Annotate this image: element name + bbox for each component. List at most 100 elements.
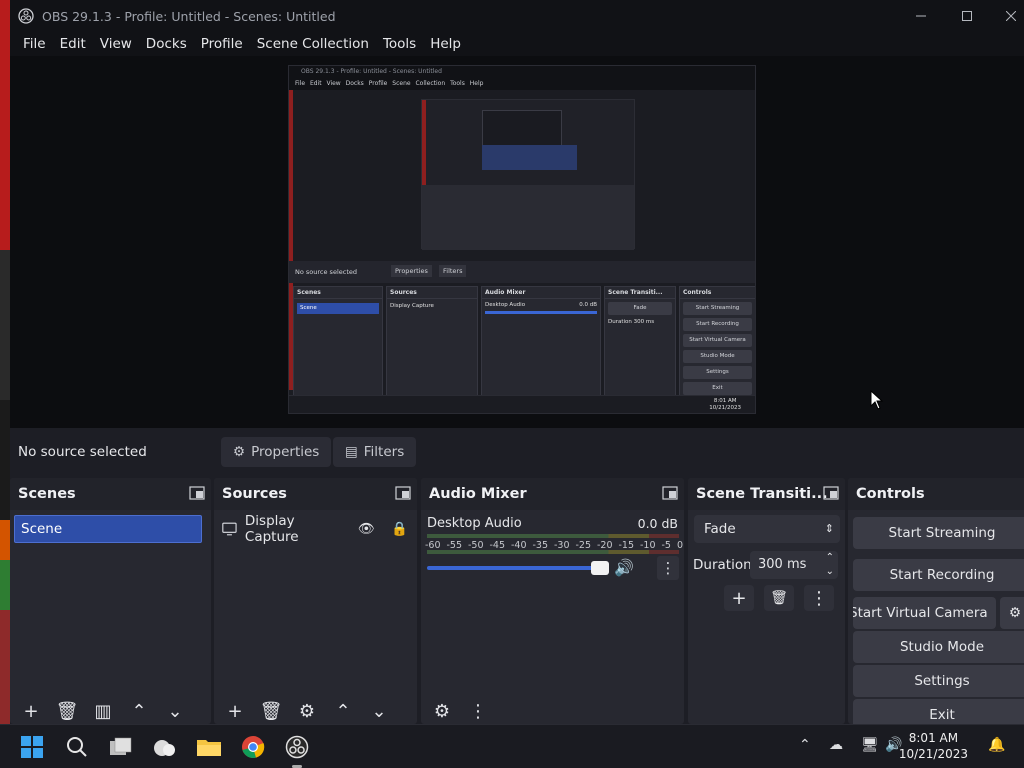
move-up-icon[interactable]: ⌃ — [128, 700, 150, 722]
mini-duration-label: Duration — [608, 319, 632, 325]
transition-menu-icon[interactable]: ⋮ — [804, 585, 834, 611]
more-options-icon[interactable]: ⋮ — [657, 556, 679, 580]
move-up-icon[interactable]: ⌃ — [332, 700, 354, 722]
transitions-header: Scene Transiti... — [688, 478, 845, 510]
transition-selected: Fade — [704, 521, 736, 537]
minimize-icon — [916, 15, 926, 17]
mini-window-title: OBS 29.1.3 - Profile: Untitled - Scenes:… — [289, 66, 755, 78]
mini-controls-title: Controls — [680, 287, 755, 299]
scene-filters-icon[interactable]: ▥ — [92, 700, 114, 722]
remove-source-icon[interactable]: 🗑 — [260, 700, 283, 722]
start-virtual-camera-button[interactable]: Start Virtual Camera — [853, 597, 996, 629]
exit-button[interactable]: Exit — [853, 699, 1024, 724]
scale-tick: 0 — [676, 540, 683, 551]
add-transition-button[interactable]: + — [724, 585, 754, 611]
notification-bell-icon[interactable]: 🔔 — [988, 737, 1005, 753]
widgets-button[interactable] — [152, 734, 178, 760]
obs-taskbar-button[interactable] — [284, 734, 310, 760]
float-dock-icon[interactable] — [189, 486, 205, 500]
mini-db: 0.0 dB — [579, 302, 597, 308]
scale-tick: -5 — [661, 540, 671, 551]
onedrive-icon[interactable]: ☁ — [829, 737, 843, 753]
mini-scenes-dock: Scenes Scene — [293, 286, 383, 396]
mini-transitions-title: Scene Transiti... — [605, 287, 675, 299]
sources-title: Sources — [222, 486, 287, 502]
mixer-toolbar: ⚙ ⋮ — [421, 698, 684, 724]
window-title: OBS 29.1.3 - Profile: Untitled - Scenes:… — [42, 8, 336, 24]
move-down-icon[interactable]: ⌄ — [368, 700, 390, 722]
mixer-title: Audio Mixer — [429, 486, 527, 502]
mini-duration-value: 300 ms — [633, 319, 655, 325]
menu-scene-collection[interactable]: Scene Collection — [250, 36, 376, 52]
advanced-audio-icon[interactable]: ⚙ — [431, 700, 453, 722]
eye-icon[interactable]: 👁 — [358, 521, 375, 537]
filters-button[interactable]: ▤ Filters — [333, 437, 417, 467]
settings-button[interactable]: Settings — [853, 665, 1024, 697]
menu-bar: File Edit View Docks Profile Scene Colle… — [10, 32, 1024, 56]
remove-transition-icon[interactable]: 🗑 — [764, 585, 794, 611]
show-hidden-icons[interactable]: ⌃ — [799, 737, 811, 753]
virtual-camera-settings-icon[interactable]: ⚙ — [1000, 597, 1024, 629]
volume-slider[interactable] — [427, 566, 603, 570]
gear-icon: ⚙ — [233, 444, 246, 460]
volume-slider-handle[interactable] — [591, 561, 609, 575]
scenes-title: Scenes — [18, 486, 76, 502]
search-icon — [67, 737, 87, 757]
menu-help[interactable]: Help — [423, 36, 468, 52]
start-recording-button[interactable]: Start Recording — [853, 559, 1024, 591]
close-button[interactable] — [988, 0, 1024, 32]
mini-controls-dock: Controls Start Streaming Start Recording… — [679, 286, 755, 396]
mini-start-recording: Start Recording — [683, 318, 752, 331]
add-scene-button[interactable]: + — [20, 700, 42, 722]
float-dock-icon[interactable] — [823, 486, 839, 500]
properties-button[interactable]: ⚙ Properties — [221, 437, 332, 467]
mini-clock: 8:01 AM 10/21/2023 — [709, 398, 741, 412]
filters-label: Filters — [363, 444, 405, 460]
remove-scene-icon[interactable]: 🗑 — [56, 700, 79, 722]
scale-tick: -60 — [425, 540, 441, 551]
minimize-button[interactable] — [898, 0, 944, 32]
preview-area[interactable]: OBS 29.1.3 - Profile: Untitled - Scenes:… — [10, 56, 1024, 428]
monitor-icon — [222, 522, 237, 536]
scene-list-item[interactable]: Scene — [14, 515, 202, 543]
lock-icon[interactable]: 🔒 — [391, 521, 408, 537]
mixer-menu-icon[interactable]: ⋮ — [467, 700, 489, 722]
chrome-button[interactable] — [240, 734, 266, 760]
scale-tick: -35 — [532, 540, 549, 551]
studio-mode-button[interactable]: Studio Mode — [853, 631, 1024, 663]
taskbar-clock[interactable]: 8:01 AM 10/21/2023 — [899, 730, 968, 762]
float-dock-icon[interactable] — [395, 486, 411, 500]
scenes-toolbar: + 🗑 ▥ ⌃ ⌄ — [10, 698, 211, 724]
add-source-button[interactable]: + — [224, 700, 246, 722]
menu-view[interactable]: View — [93, 36, 139, 52]
transitions-title: Scene Transiti... — [696, 486, 828, 502]
menu-file[interactable]: File — [16, 36, 53, 52]
task-view-button[interactable] — [108, 734, 134, 760]
source-properties-icon[interactable]: ⚙ — [296, 700, 318, 722]
move-down-icon[interactable]: ⌄ — [164, 700, 186, 722]
start-streaming-button[interactable]: Start Streaming — [853, 517, 1024, 549]
preview-canvas[interactable]: OBS 29.1.3 - Profile: Untitled - Scenes:… — [288, 65, 756, 414]
search-button[interactable] — [64, 734, 90, 760]
float-dock-icon[interactable] — [662, 486, 678, 500]
file-explorer-button[interactable] — [196, 734, 222, 760]
spin-arrows-icon[interactable]: ⌃ ⌄ — [826, 551, 834, 579]
speaker-icon[interactable]: 🔊 — [614, 558, 634, 577]
source-list-item[interactable]: Display Capture 👁 🔒 — [222, 513, 408, 545]
audio-mixer-dock: Audio Mixer Desktop Audio 0.0 dB -60 -55… — [421, 478, 684, 724]
duration-input[interactable]: 300 ms ⌃ ⌄ — [750, 551, 838, 579]
start-button[interactable] — [19, 734, 45, 760]
menu-edit[interactable]: Edit — [53, 36, 93, 52]
menu-docks[interactable]: Docks — [139, 36, 194, 52]
mini-nested-docks — [422, 185, 634, 250]
transition-select[interactable]: Fade ⇕ — [694, 515, 840, 543]
properties-label: Properties — [251, 444, 320, 460]
mini-desktop-audio: Desktop Audio — [485, 302, 526, 308]
mini-menu-bar: File Edit View Docks Profile Scene Colle… — [289, 78, 755, 90]
network-icon[interactable]: 🖥 — [861, 737, 879, 753]
menu-tools[interactable]: Tools — [376, 36, 423, 52]
mini-scene-item: Scene — [297, 303, 379, 314]
menu-profile[interactable]: Profile — [194, 36, 250, 52]
maximize-button[interactable] — [944, 0, 990, 32]
mini-taskbar: 8:01 AM 10/21/2023 — [289, 395, 755, 413]
